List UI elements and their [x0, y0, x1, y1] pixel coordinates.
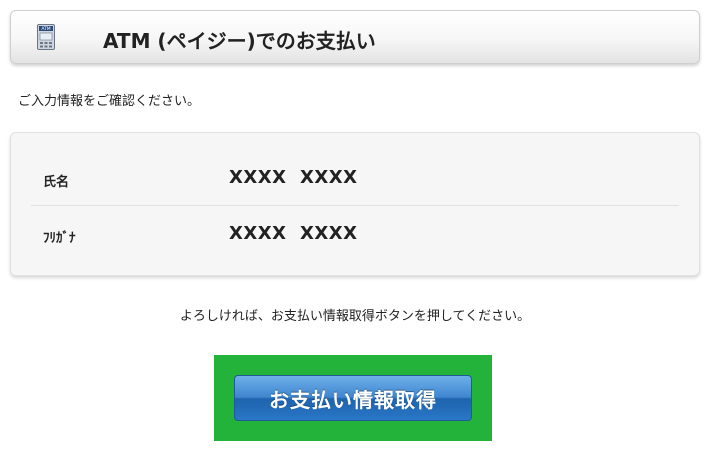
- instruction-text: ご入力情報をご確認ください。: [18, 94, 201, 109]
- svg-text:ATM: ATM: [41, 26, 50, 32]
- button-highlight: お支払い情報取得: [214, 355, 492, 441]
- get-payment-info-button[interactable]: お支払い情報取得: [234, 375, 472, 421]
- page-title: ATM (ペイジー)でのお支払い: [103, 29, 376, 53]
- page-header: ATM ATM (ペイジー)でのお支払い: [10, 10, 700, 64]
- atm-icon: ATM: [37, 24, 55, 50]
- confirm-text: よろしければ、お支払い情報取得ボタンを押してください。: [179, 309, 531, 324]
- name-label: 氏名: [43, 175, 70, 190]
- info-row-name: 氏名 XXXX XXXX: [31, 151, 679, 206]
- name-value: XXXX XXXX: [229, 167, 358, 188]
- kana-value: XXXX XXXX: [229, 223, 358, 244]
- info-row-kana: ﾌﾘｶﾞﾅ XXXX XXXX: [31, 207, 679, 261]
- kana-label: ﾌﾘｶﾞﾅ: [43, 231, 76, 246]
- info-panel: 氏名 XXXX XXXX ﾌﾘｶﾞﾅ XXXX XXXX: [10, 132, 700, 276]
